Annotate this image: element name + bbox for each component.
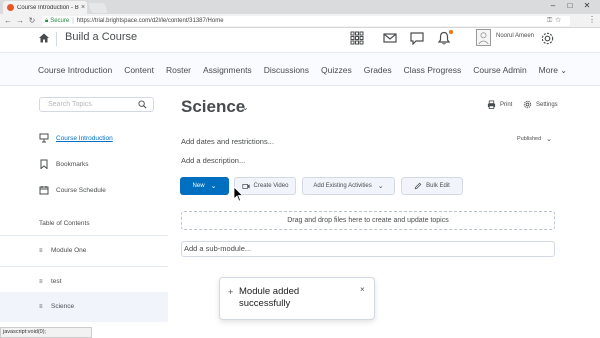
drag-handle-icon[interactable]: ≡ [39,248,44,254]
create-video-button[interactable]: Create Video [234,177,296,195]
module-name: Module One [51,247,87,254]
calendar-icon [39,186,49,195]
notification-badge [449,30,453,34]
browser-status-bar: javascript:void(0); [0,327,92,338]
sidebar-module-item[interactable]: ≡ Module One [0,236,168,266]
add-existing-label: Add Existing Activities [313,183,372,189]
toast-message: Module added successfully [239,286,300,309]
course-title[interactable]: Build a Course [65,31,137,43]
course-selector-icon[interactable] [350,31,364,45]
nav-content[interactable]: Content [124,65,154,75]
pencil-icon [414,182,422,190]
nav-discussions[interactable]: Discussions [264,65,309,75]
avatar[interactable] [476,29,491,46]
subscription-alerts-icon[interactable] [410,31,424,45]
add-submodule-input[interactable]: Add a sub-module... [181,241,555,257]
app-header: Build a Course Noorul Ameen [0,28,600,53]
url-field[interactable]: 🔒︎ Secure | https://trial.brightspace.co… [42,16,570,26]
nav-more[interactable]: More [539,65,567,75]
module-name: Science [51,303,75,310]
add-dates-link[interactable]: Add dates and restrictions... [181,137,274,146]
secure-label: Secure [50,18,70,24]
plus-icon: + [228,287,234,297]
sidebar-item-label: Course Schedule [56,186,106,194]
print-button[interactable]: Print [487,100,512,109]
sidebar-item-course-introduction[interactable]: Course Introduction [39,131,113,145]
user-name[interactable]: Noorul Ameen [496,33,534,39]
module-name: test [51,278,62,285]
settings-label: Settings [536,101,558,108]
add-description-link[interactable]: Add a description... [181,156,245,165]
chevron-down-icon: ⌄ [210,183,217,190]
bookmark-icon [40,159,48,169]
window-close-icon[interactable]: ✕ [580,0,594,12]
nav-assignments[interactable]: Assignments [203,65,252,75]
settings-button[interactable]: Settings [523,100,558,109]
bookmark-star-icon[interactable]: ⚿☆ [547,17,564,25]
browser-tab[interactable]: Course Introduction - Bu × [3,1,87,14]
sidebar-item-course-schedule[interactable]: Course Schedule [39,183,106,197]
file-drop-zone[interactable]: Drag and drop files here to create and u… [181,211,555,230]
address-bar: ← → ↻ 🔒︎ Secure | https://trial.brightsp… [0,14,600,28]
favicon-icon [7,4,14,11]
table-of-contents-label: Table of Contents [39,220,90,227]
tab-close-icon[interactable]: × [79,4,87,11]
header-divider [56,32,57,46]
publish-status-dropdown[interactable]: Published ⌄ [517,135,552,143]
new-button[interactable]: New ⌄ [180,177,229,195]
create-video-label: Create Video [253,183,289,189]
chevron-down-icon: ⌄ [377,183,384,190]
chevron-down-icon[interactable]: ⌄ [242,103,249,112]
new-tab-button[interactable] [88,3,108,13]
search-topics-input[interactable]: Search Topics [39,97,154,112]
nav-roster[interactable]: Roster [166,65,191,75]
gear-icon[interactable] [540,31,555,46]
presentation-icon [39,133,49,143]
sidebar-item-label: Course Introduction [56,134,113,142]
mouse-cursor-icon [233,186,243,202]
course-navbar: Course Introduction Content Roster Assig… [0,53,600,86]
reload-icon[interactable]: ↻ [27,15,37,27]
browser-menu-icon[interactable]: ⋮ [588,15,596,24]
success-toast: + Module added successfully × [219,277,375,320]
lock-icon: 🔒︎ [45,17,49,24]
url-separator: | [72,18,74,24]
bulk-edit-button[interactable]: Bulk Edit [401,177,463,195]
nav-course-admin[interactable]: Course Admin [473,65,526,75]
tab-title: Course Introduction - Bu [17,4,79,11]
printer-icon [487,100,496,109]
gear-icon [523,100,532,109]
minimize-icon[interactable]: – [546,0,560,12]
url-text: https://trial.brightspace.com/d2l/le/con… [76,18,224,24]
search-icon[interactable] [138,100,147,109]
nav-quizzes[interactable]: Quizzes [321,65,352,75]
maximize-icon[interactable]: □ [563,0,577,12]
search-placeholder: Search Topics [48,101,92,108]
drag-handle-icon[interactable]: ≡ [39,279,44,285]
chevron-down-icon: ⌄ [546,136,553,143]
status-label: Published [517,136,542,142]
forward-icon[interactable]: → [15,15,25,27]
content-sidebar: Search Topics Course Introduction Bookma… [0,86,168,330]
module-title[interactable]: Science [181,97,245,117]
nav-class-progress[interactable]: Class Progress [404,65,462,75]
browser-tab-strip: Course Introduction - Bu × – □ ✕ [0,0,600,14]
print-label: Print [500,101,513,108]
add-existing-activities-button[interactable]: Add Existing Activities ⌄ [302,177,395,195]
back-icon[interactable]: ← [3,15,13,27]
new-button-label: New [192,183,205,189]
sidebar-item-label: Bookmarks [56,160,89,168]
close-icon[interactable]: × [360,285,365,294]
nav-course-introduction[interactable]: Course Introduction [38,65,112,75]
bulk-edit-label: Bulk Edit [426,183,450,189]
sidebar-item-bookmarks[interactable]: Bookmarks [39,157,89,171]
sidebar-module-item-selected[interactable]: ≡ Science [0,292,168,322]
nav-grades[interactable]: Grades [364,65,392,75]
home-icon[interactable] [38,32,50,44]
drag-handle-icon[interactable]: ≡ [39,304,44,310]
message-alerts-icon[interactable] [383,31,397,45]
